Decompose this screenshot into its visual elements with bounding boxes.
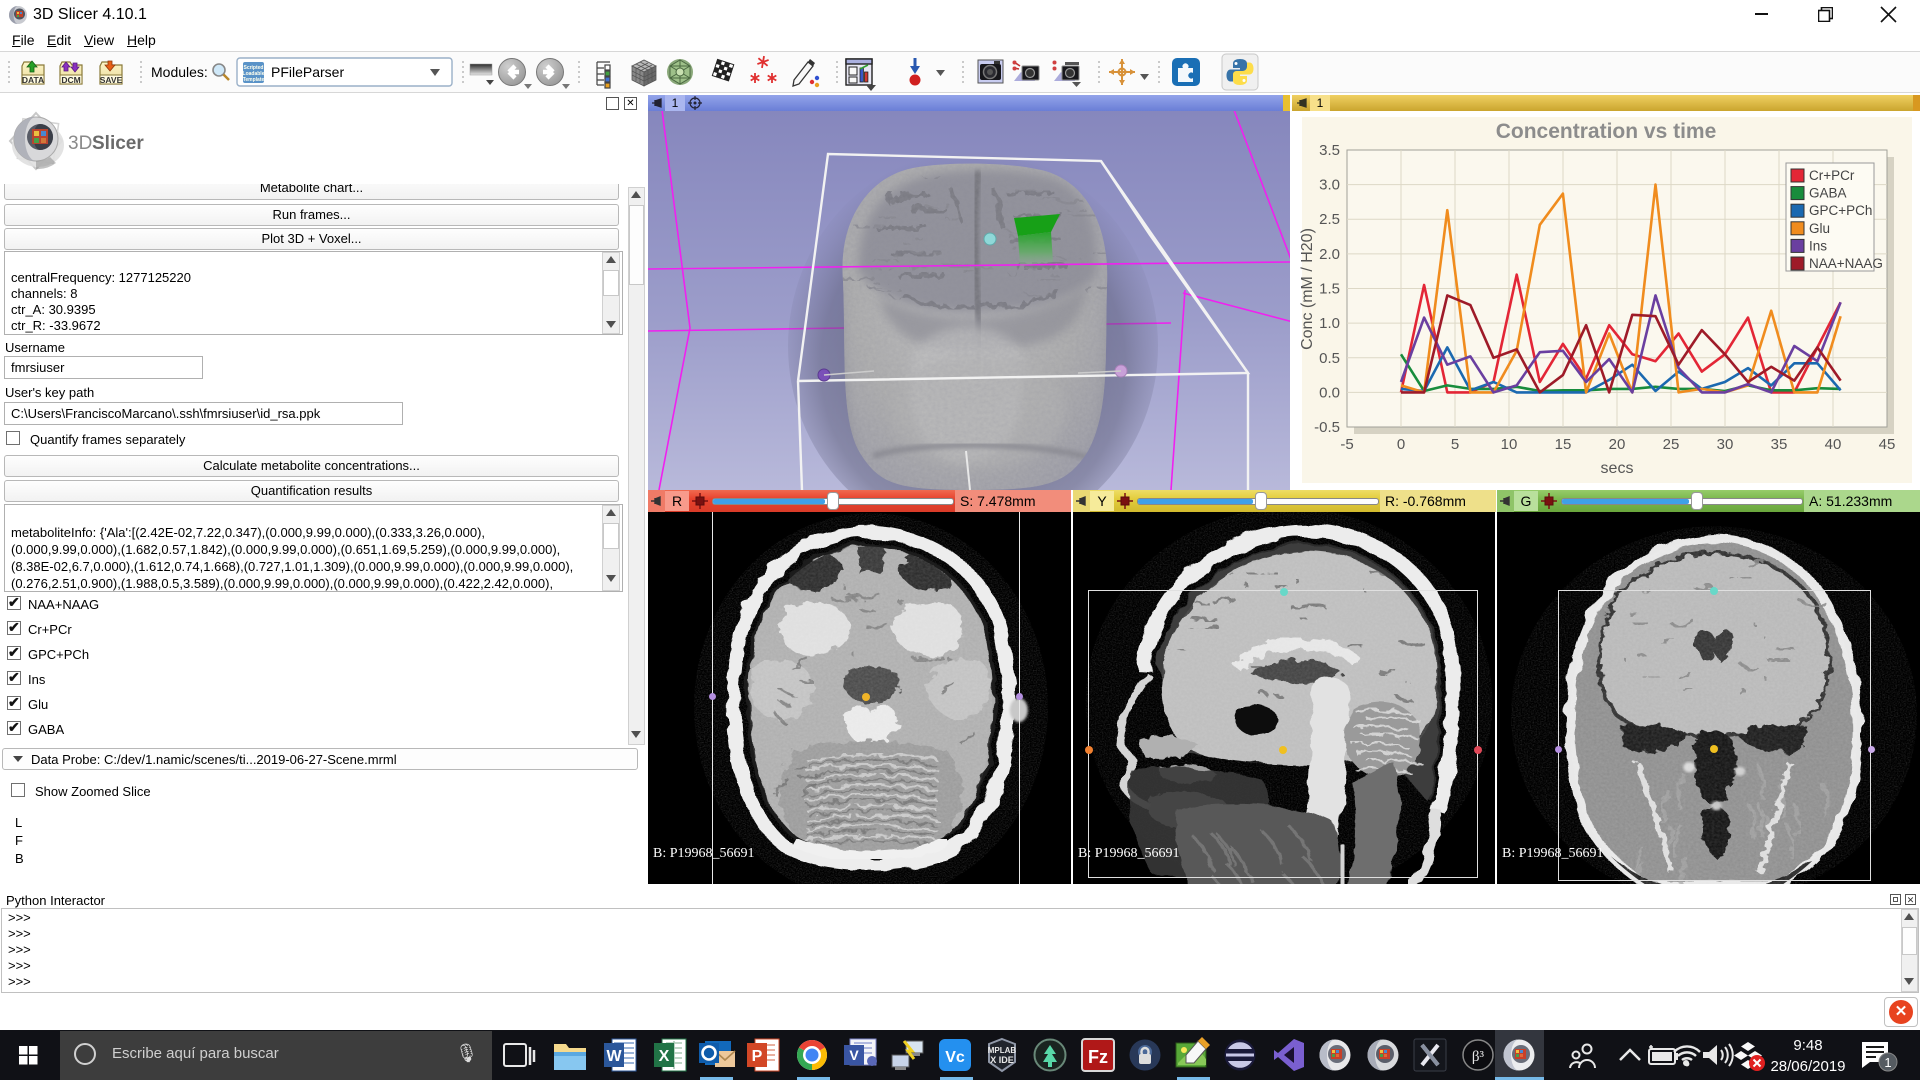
svg-text:2.5: 2.5	[1319, 211, 1340, 228]
svg-text:3.5: 3.5	[1319, 142, 1340, 159]
svg-text:V: V	[849, 1047, 859, 1063]
svg-text:DATA: DATA	[22, 75, 44, 85]
svg-text:0.0: 0.0	[1319, 384, 1340, 401]
svg-text:35: 35	[1771, 436, 1788, 453]
svg-text:Vc: Vc	[945, 1049, 965, 1066]
svg-text:X: X	[659, 1048, 670, 1065]
svg-text:Modules:: Modules:	[151, 64, 208, 80]
svg-text:20: 20	[1609, 436, 1626, 453]
svg-text:Ins: Ins	[1809, 238, 1827, 253]
svg-text:Fz: Fz	[1088, 1047, 1108, 1067]
svg-text:DCM: DCM	[61, 75, 80, 85]
svg-text:10: 10	[1501, 436, 1518, 453]
svg-text:MPLAB: MPLAB	[988, 1046, 1017, 1055]
svg-text:GPC+PCh: GPC+PCh	[1809, 203, 1872, 218]
svg-text:NAA+NAAG: NAA+NAAG	[1809, 256, 1883, 271]
svg-text:PFileParser: PFileParser	[271, 64, 344, 80]
svg-text:15: 15	[1555, 436, 1572, 453]
svg-text:28/06/2019: 28/06/2019	[1770, 1058, 1845, 1075]
svg-text:β³: β³	[1472, 1049, 1485, 1065]
svg-text:SAVE: SAVE	[100, 75, 123, 85]
svg-text:Template: Template	[243, 77, 265, 83]
svg-text:Glu: Glu	[1809, 221, 1830, 236]
svg-text:Cr+PCr: Cr+PCr	[1809, 168, 1855, 183]
svg-text:9:48: 9:48	[1793, 1037, 1822, 1054]
svg-text:5: 5	[1451, 436, 1459, 453]
svg-text:1: 1	[1884, 1055, 1891, 1070]
svg-text:25: 25	[1663, 436, 1680, 453]
svg-text:W: W	[606, 1048, 622, 1065]
svg-text:X IDE: X IDE	[990, 1055, 1014, 1065]
svg-text:3.0: 3.0	[1319, 177, 1340, 194]
svg-text:1.5: 1.5	[1319, 281, 1340, 298]
svg-text:1.0: 1.0	[1319, 315, 1340, 332]
svg-text:secs: secs	[1601, 460, 1634, 477]
svg-text:-5: -5	[1340, 436, 1353, 453]
svg-text:30: 30	[1717, 436, 1734, 453]
svg-text:Conc (mM / H20): Conc (mM / H20)	[1299, 228, 1316, 350]
svg-text:-0.5: -0.5	[1314, 419, 1340, 436]
svg-text:Concentration vs time: Concentration vs time	[1496, 120, 1717, 143]
svg-text:GABA: GABA	[1809, 186, 1847, 201]
svg-text:P: P	[752, 1048, 763, 1065]
svg-text:45: 45	[1879, 436, 1896, 453]
svg-text:0: 0	[1397, 436, 1405, 453]
svg-text:2.0: 2.0	[1319, 246, 1340, 263]
svg-text:40: 40	[1825, 436, 1842, 453]
svg-text:Slicer: Slicer	[92, 133, 144, 154]
svg-text:0.5: 0.5	[1319, 350, 1340, 367]
svg-text:3D: 3D	[68, 133, 92, 154]
